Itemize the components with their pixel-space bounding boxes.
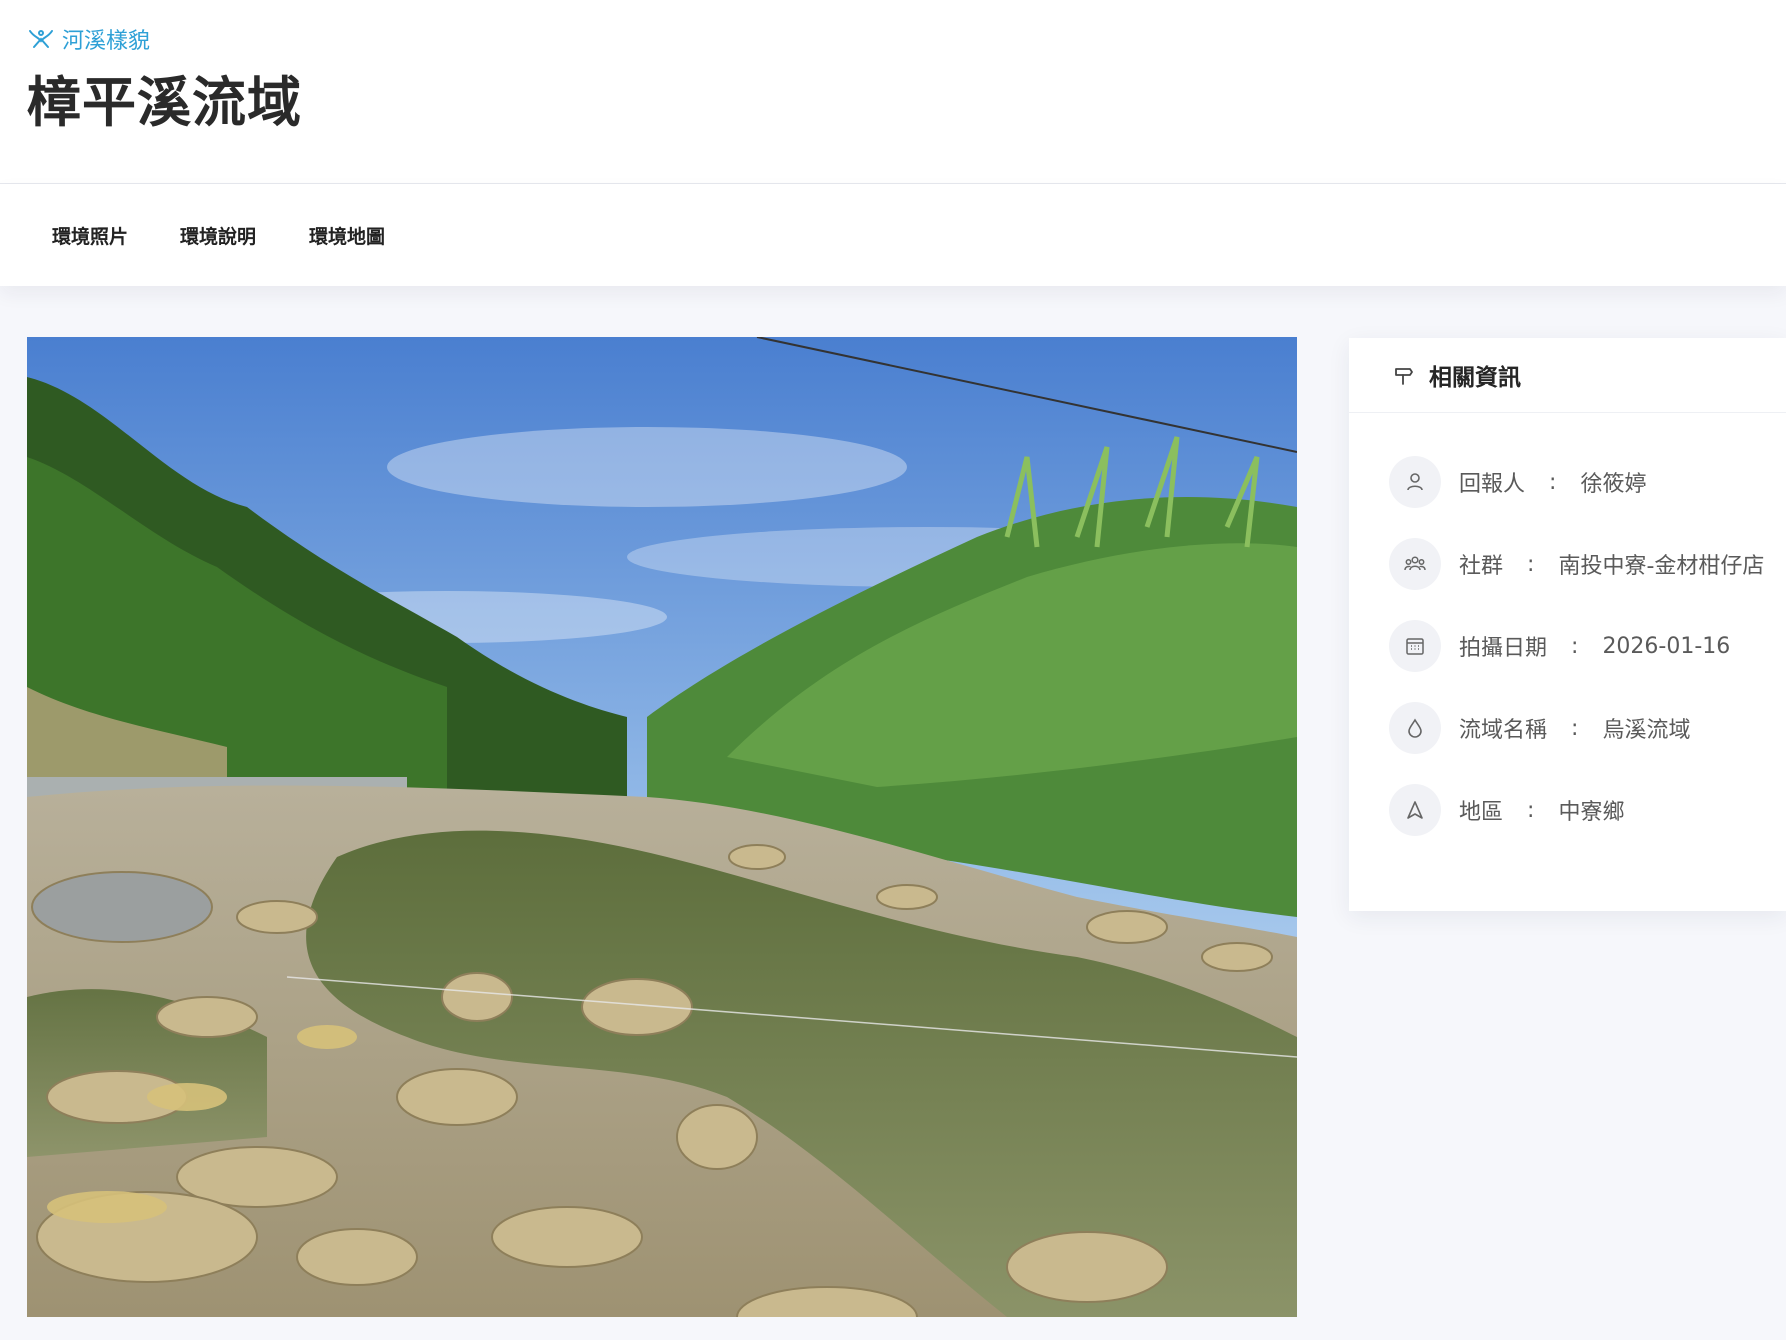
info-separator: :	[1571, 715, 1579, 741]
info-separator: :	[1527, 551, 1535, 577]
page-title: 樟平溪流域	[27, 71, 302, 134]
info-item-watershed: 流域名稱 : 烏溪流域	[1349, 687, 1786, 769]
info-value: 2026-01-16	[1602, 633, 1731, 659]
river-photo	[27, 337, 1297, 1317]
info-item-date: 拍攝日期 : 2026-01-16	[1349, 605, 1786, 687]
info-label: 社群	[1459, 554, 1504, 579]
calendar-icon	[1406, 638, 1424, 655]
location-icon-badge	[1389, 784, 1441, 836]
tab-map[interactable]: 環境地圖	[309, 222, 385, 249]
info-label: 回報人	[1459, 472, 1526, 497]
tab-bar: 環境照片 環境說明 環境地圖	[0, 184, 1786, 286]
user-icon	[1407, 473, 1423, 491]
info-label: 流域名稱	[1459, 718, 1548, 743]
info-value: 烏溪流域	[1602, 718, 1691, 743]
user-icon-badge	[1389, 456, 1441, 508]
tab-description[interactable]: 環境說明	[180, 222, 256, 249]
info-item-community: 社群 : 南投中寮-金材柑仔店	[1349, 523, 1786, 605]
info-item-reporter: 回報人 : 徐筱婷	[1349, 441, 1786, 523]
info-label: 地區	[1459, 800, 1504, 825]
info-panel-title: 相關資訊	[1429, 365, 1521, 391]
river-icon	[29, 30, 53, 48]
info-value: 中寮鄉	[1558, 800, 1625, 825]
info-separator: :	[1527, 797, 1535, 823]
info-list: 回報人 : 徐筱婷 社群 : 南投中寮-金材柑仔店 拍攝日期: 2026-01…	[1349, 413, 1786, 851]
page-header: 河溪樣貌 樟平溪流域	[0, 0, 1786, 184]
water-drop-icon-badge	[1389, 702, 1441, 754]
water-drop-icon	[1408, 718, 1422, 738]
tab-photos[interactable]: 環境照片	[52, 222, 128, 249]
breadcrumb-label[interactable]: 河溪樣貌	[62, 23, 150, 55]
calendar-icon-badge	[1389, 620, 1441, 672]
group-icon	[1404, 556, 1426, 571]
info-panel-header: 相關資訊	[1349, 338, 1786, 413]
info-label: 拍攝日期	[1459, 636, 1548, 661]
info-separator: :	[1571, 633, 1579, 659]
signpost-icon	[1395, 368, 1413, 385]
group-icon-badge	[1389, 538, 1441, 590]
info-item-region: 地區 : 中寮鄉	[1349, 769, 1786, 851]
info-value: 南投中寮-金材柑仔店	[1558, 554, 1765, 579]
location-icon	[1407, 801, 1423, 819]
info-separator: :	[1549, 469, 1557, 495]
breadcrumb[interactable]: 河溪樣貌	[28, 22, 150, 56]
info-panel: 相關資訊 回報人 : 徐筱婷 社群: 南投中寮-金材柑仔店 拍攝日期: 20…	[1349, 338, 1786, 911]
info-value: 徐筱婷	[1580, 472, 1647, 497]
